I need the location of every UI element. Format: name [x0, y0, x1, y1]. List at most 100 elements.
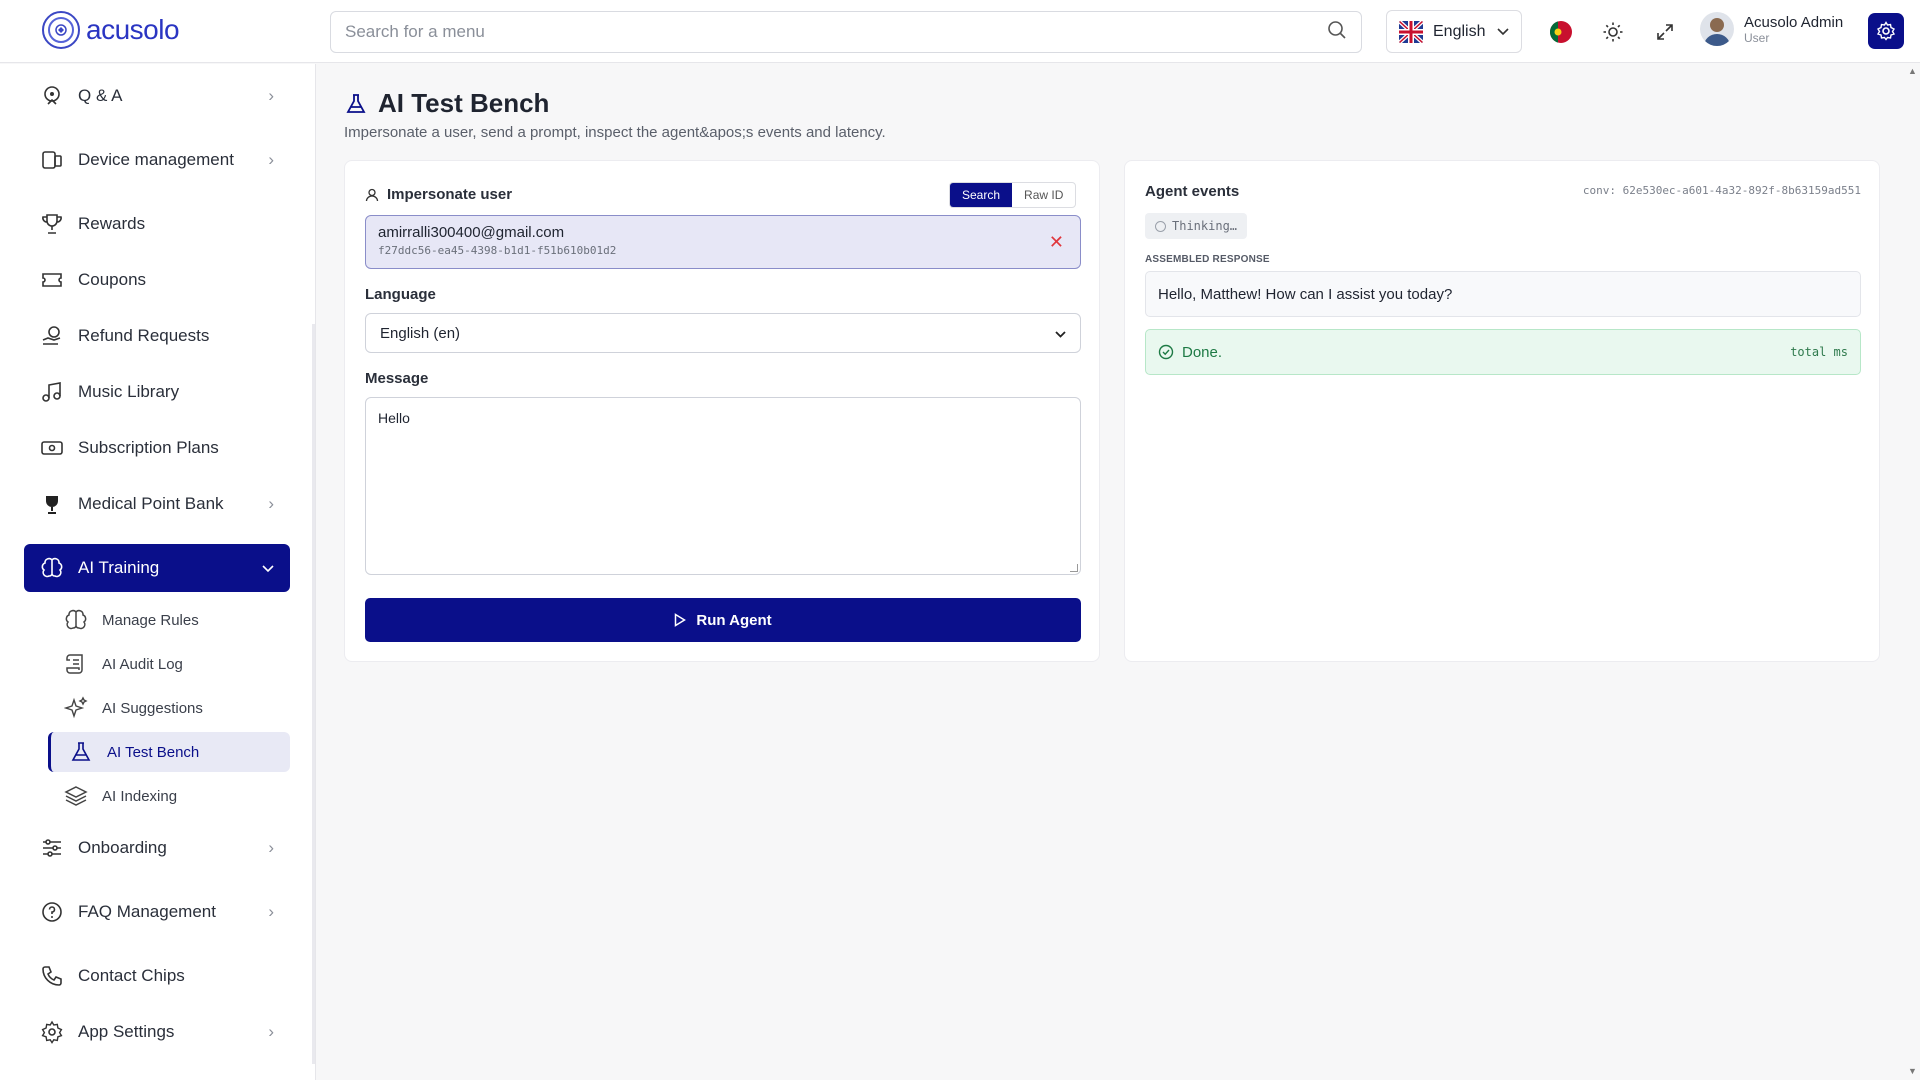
- check-circle-icon: [1158, 344, 1174, 360]
- circle-icon: [1155, 220, 1166, 232]
- brain-icon: [65, 609, 87, 630]
- total-ms: total ms: [1790, 345, 1848, 359]
- avatar: [1700, 12, 1734, 46]
- settings-button[interactable]: [1868, 13, 1904, 49]
- sidebar-item-device-management[interactable]: Device management ›: [24, 136, 290, 184]
- sidebar-item-label: Device management: [78, 150, 234, 169]
- sidebar-subitem-label: AI Test Bench: [107, 743, 200, 761]
- conversation-id: conv: 62e530ec-a601-4a32-892f-8b63159ad5…: [1582, 184, 1861, 197]
- sidebar-item-medical-point-bank[interactable]: Medical Point Bank ›: [24, 480, 290, 528]
- logo[interactable]: acusolo: [42, 11, 180, 49]
- user-email: amirralli300400@gmail.com: [378, 224, 565, 241]
- qa-icon: [44, 86, 60, 105]
- search-icon[interactable]: [1327, 20, 1347, 45]
- user-menu[interactable]: Acusolo Admin User: [1700, 12, 1843, 46]
- user-icon: [365, 188, 379, 201]
- test-form-card: Impersonate user Search Raw ID amirralli…: [344, 160, 1100, 662]
- gear-icon: [1876, 21, 1896, 41]
- sidebar-item-label: FAQ Management: [78, 902, 216, 921]
- sidebar-item-label: Subscription Plans: [78, 438, 219, 457]
- close-icon[interactable]: ✕: [1049, 232, 1064, 253]
- sidebar-item-label: Music Library: [78, 382, 180, 401]
- user-role: User: [1744, 30, 1770, 45]
- sidebar-item-contact-chips[interactable]: Contact Chips: [24, 952, 290, 1000]
- message-text: Hello: [378, 410, 410, 426]
- selected-user-chip: amirralli300400@gmail.com f27ddc56-ea45-…: [365, 215, 1081, 269]
- music-icon: [42, 382, 61, 402]
- sidebar: Q & A › Device management › Rewards Coup…: [0, 64, 316, 1080]
- trophy-icon: [42, 214, 62, 234]
- sidebar-subitem-label: AI Audit Log: [102, 655, 183, 673]
- agent-events-card: Agent events conv: 62e530ec-a601-4a32-89…: [1124, 160, 1880, 662]
- sidebar-item-app-settings[interactable]: App Settings ›: [24, 1008, 290, 1056]
- sidebar-item-qa[interactable]: Q & A ›: [24, 72, 290, 120]
- sidebar-item-subscription-plans[interactable]: Subscription Plans: [24, 424, 290, 472]
- language-select-value: English (en): [380, 324, 461, 342]
- sidebar-item-label: Refund Requests: [78, 326, 210, 345]
- language-selector[interactable]: English: [1386, 10, 1522, 53]
- resize-handle[interactable]: [1070, 564, 1078, 572]
- sidebar-subitem-label: Manage Rules: [102, 611, 199, 629]
- sidebar-item-faq-management[interactable]: FAQ Management ›: [24, 888, 290, 936]
- scroll-down-arrow[interactable]: ▼: [1908, 1066, 1917, 1076]
- user-id: f27ddc56-ea45-4398-b1d1-f51b610b01d2: [378, 244, 617, 257]
- page-title-text: AI Test Bench: [378, 88, 550, 118]
- chevron-right-icon: ›: [268, 1022, 274, 1041]
- sun-icon[interactable]: [1598, 17, 1628, 47]
- chevron-down-icon: [262, 558, 274, 578]
- sidebar-item-label: Medical Point Bank: [78, 494, 224, 513]
- sidebar-subitem-label: AI Suggestions: [102, 699, 203, 717]
- sidebar-subitem-label: AI Indexing: [102, 787, 178, 805]
- sidebar-item-label: Coupons: [78, 270, 147, 289]
- search-mode-button[interactable]: Search: [950, 183, 1013, 207]
- sidebar-subitem-ai-test-bench[interactable]: AI Test Bench: [48, 732, 290, 772]
- sidebar-scrollbar[interactable]: [312, 324, 315, 1064]
- help-icon: [42, 902, 62, 922]
- sidebar-item-onboarding[interactable]: Onboarding ›: [24, 824, 290, 872]
- scroll-up-arrow[interactable]: ▲: [1908, 66, 1917, 76]
- search-input[interactable]: [345, 22, 1327, 42]
- raw-id-mode-button[interactable]: Raw ID: [1012, 183, 1075, 207]
- gear-icon: [41, 1020, 63, 1044]
- chevron-down-icon: [1497, 23, 1509, 41]
- assembled-response-label: ASSEMBLED RESPONSE: [1145, 254, 1270, 265]
- sidebar-item-coupons[interactable]: Coupons: [24, 256, 290, 304]
- message-textarea[interactable]: Hello: [365, 397, 1081, 575]
- page-title: AI Test Bench: [344, 88, 549, 119]
- sidebar-item-label: Contact Chips: [78, 966, 185, 985]
- done-text: Done.: [1182, 343, 1223, 361]
- language-select[interactable]: English (en): [365, 313, 1081, 353]
- sidebar-subitem-ai-indexing[interactable]: AI Indexing: [48, 776, 290, 816]
- done-status: Done. total ms: [1145, 329, 1861, 375]
- logo-icon: [42, 11, 80, 49]
- country-flag-icon[interactable]: [1546, 17, 1576, 47]
- medal-icon: [46, 496, 58, 514]
- chevron-right-icon: ›: [268, 150, 274, 169]
- sidebar-subitem-ai-audit-log[interactable]: AI Audit Log: [48, 644, 290, 684]
- sidebar-item-label: AI Training: [78, 558, 160, 577]
- language-label: English: [1433, 22, 1486, 40]
- menu-search[interactable]: [330, 11, 1362, 53]
- chevron-right-icon: ›: [268, 902, 274, 921]
- sidebar-item-label: Rewards: [78, 214, 146, 233]
- sidebar-item-music-library[interactable]: Music Library: [24, 368, 290, 416]
- fullscreen-icon[interactable]: [1650, 17, 1680, 47]
- thinking-badge: Thinking…: [1145, 213, 1248, 239]
- brain-icon: [41, 557, 63, 578]
- chevron-right-icon: ›: [268, 494, 274, 513]
- impersonate-label: Impersonate user: [365, 186, 512, 203]
- device-icon: [42, 151, 62, 169]
- sidebar-item-label: Q & A: [78, 86, 123, 105]
- sidebar-item-refund-requests[interactable]: Refund Requests: [24, 312, 290, 360]
- run-agent-button[interactable]: Run Agent: [365, 598, 1081, 642]
- impersonate-mode-toggle[interactable]: Search Raw ID: [949, 182, 1077, 208]
- sidebar-item-rewards[interactable]: Rewards: [24, 200, 290, 248]
- page-subtitle: Impersonate a user, send a prompt, inspe…: [344, 124, 886, 141]
- sidebar-subitem-ai-suggestions[interactable]: AI Suggestions: [48, 688, 290, 728]
- sidebar-item-ai-training[interactable]: AI Training: [24, 544, 290, 592]
- sidebar-item-label: App Settings: [78, 1022, 175, 1041]
- sidebar-subitem-manage-rules[interactable]: Manage Rules: [48, 600, 290, 640]
- message-field-label: Message: [365, 370, 429, 387]
- play-icon: [675, 613, 687, 627]
- uk-flag-icon: [1399, 20, 1423, 43]
